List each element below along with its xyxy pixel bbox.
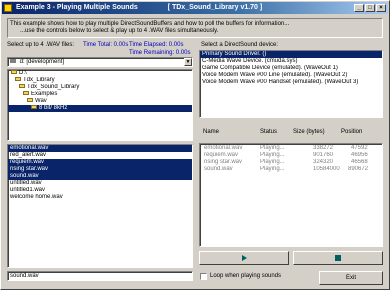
folder-open-icon	[15, 77, 21, 82]
play-icon	[241, 255, 247, 261]
minimize-button[interactable]: _	[354, 4, 364, 12]
device-item[interactable]: Voice Modem Wave #00 Line (emulated). (W…	[200, 72, 382, 79]
col-name-header: Name	[203, 129, 220, 135]
device-item[interactable]: Primary Sound Driver. ()	[200, 51, 382, 58]
play-button[interactable]	[199, 251, 289, 265]
table-row: emotional.wav Playing... 338272 47592	[204, 145, 368, 151]
folder-open-icon	[27, 98, 33, 103]
file-item[interactable]: welcome home.wav	[8, 194, 192, 201]
time-total: Time Total: 0.00s	[83, 42, 129, 48]
device-list[interactable]: Primary Sound Driver. () C-Media Wave De…	[199, 50, 383, 118]
file-item[interactable]: untitled.wav	[8, 180, 192, 187]
filename-value: sound.wav	[10, 273, 39, 279]
time-elapsed: Time Elapsed: 0.00s	[129, 42, 184, 48]
device-label: Select a DirectSound device:	[201, 42, 279, 48]
title-bar[interactable]: Example 3 - Playing Multiple Sounds [ TD…	[2, 2, 388, 14]
maximize-button[interactable]: □	[365, 4, 375, 12]
file-item[interactable]: untitled1.wav	[8, 187, 192, 194]
device-item[interactable]: Voice Modem Wave #00 Handset (emulated).…	[200, 79, 382, 86]
chevron-down-icon[interactable]: ▼	[184, 58, 192, 66]
table-row: sound.wav Playing... 10584000 890672	[204, 166, 369, 172]
folder-item[interactable]: Tdx_Library	[8, 77, 192, 84]
status-table: emotional.wav Playing... 338272 47592 re…	[199, 143, 383, 247]
stop-button[interactable]	[293, 251, 383, 265]
window-title: Example 3 - Playing Multiple Sounds	[16, 4, 138, 11]
folder-open-icon	[31, 105, 37, 110]
loop-label: Loop when playing sounds	[210, 273, 282, 279]
time-remaining: Time Remaining: 0.00s	[129, 50, 191, 56]
app-icon	[4, 4, 12, 12]
drive-value: d: [development]	[19, 59, 65, 65]
file-item[interactable]: requiem.wav	[8, 159, 192, 166]
window-subtitle: [ TDx_Sound_Library v1.70 ]	[167, 4, 263, 11]
drive-icon	[10, 59, 16, 63]
file-item[interactable]: emotional.wav	[8, 145, 192, 152]
table-row: requiem.wav Playing... 901760 46956	[204, 152, 368, 158]
file-item[interactable]: rising star.wav	[8, 166, 192, 173]
folder-list[interactable]: D:\ Tdx_Library Tdx_Sound_Library Exampl…	[7, 69, 193, 141]
folder-item[interactable]: D:\	[8, 70, 192, 77]
col-position-header: Position	[341, 129, 363, 135]
folder-open-icon	[19, 84, 25, 89]
drive-combo[interactable]: d: [development] ▼	[7, 57, 193, 67]
close-button[interactable]: ×	[376, 4, 386, 12]
folder-open-icon	[11, 70, 17, 75]
description-line-1: This example shows how to play multiple …	[10, 21, 290, 27]
description-line-2: ...use the controls below to select & pl…	[20, 28, 219, 34]
file-list[interactable]: emotional.wav red_alert.wav requiem.wav …	[7, 144, 193, 268]
folder-item-selected[interactable]: 8 bit/ 8kHz	[8, 105, 192, 112]
folder-item[interactable]: Examples	[8, 91, 192, 98]
folder-item[interactable]: Wav	[8, 98, 192, 105]
stop-icon	[335, 255, 341, 261]
table-row: rising star.wav Playing... 324320 46568	[204, 159, 368, 165]
select-files-label: Select up to 4 .WAV files:	[7, 42, 75, 48]
device-item[interactable]: C-Media Wave Device. (cmuda.sys)	[200, 58, 382, 65]
filename-input[interactable]: sound.wav	[7, 271, 193, 281]
description-panel: This example shows how to play multiple …	[7, 18, 383, 38]
col-size-header: Size (bytes)	[293, 129, 325, 135]
folder-open-icon	[23, 91, 29, 96]
loop-checkbox[interactable]	[200, 273, 207, 280]
file-item[interactable]: sound.wav	[8, 173, 192, 180]
device-item[interactable]: Game Compatible Device (emulated). (Wave…	[200, 65, 382, 72]
exit-button[interactable]: Exit	[319, 271, 383, 285]
col-status-header: Status	[260, 129, 278, 135]
main-window: Example 3 - Playing Multiple Sounds [ TD…	[0, 0, 390, 290]
folder-item[interactable]: Tdx_Sound_Library	[8, 84, 192, 91]
file-item[interactable]: red_alert.wav	[8, 152, 192, 159]
